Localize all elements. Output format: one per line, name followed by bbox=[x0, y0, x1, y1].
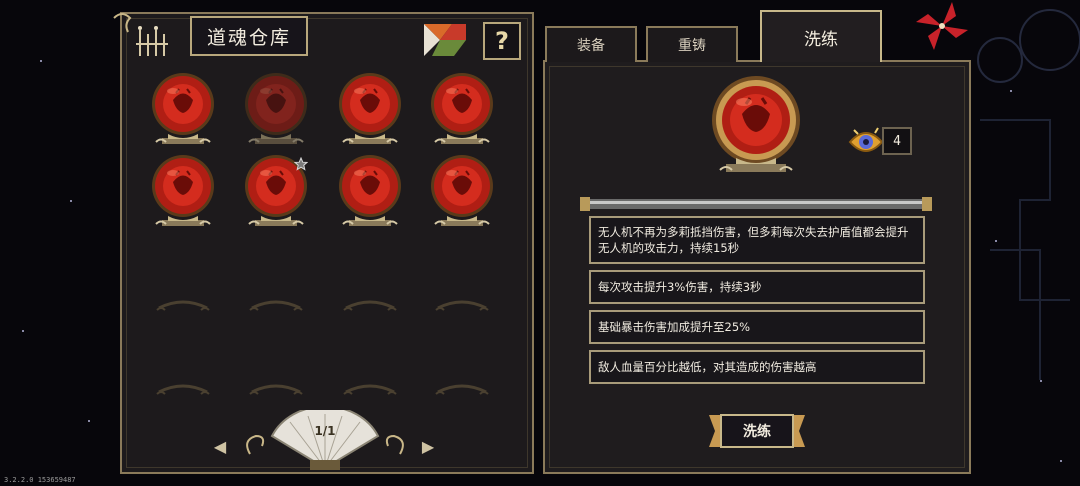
empty-slot-8[interactable] bbox=[434, 378, 490, 398]
page-indicator: 1/1 bbox=[314, 424, 336, 438]
affix-1: 无人机不再为多莉抵挡伤害，但多莉每次失去护盾值都会提升无人机的攻击力，持续15秒 bbox=[589, 216, 925, 264]
orb-slot-1[interactable] bbox=[148, 72, 218, 150]
selected-orb bbox=[712, 76, 800, 172]
fan-icon bbox=[246, 410, 404, 470]
puzzle-icon[interactable] bbox=[422, 22, 468, 58]
circuit-decoration bbox=[977, 9, 1080, 380]
version-label: 3.2.2.0 153659487 bbox=[4, 476, 76, 484]
empty-slot-5[interactable] bbox=[155, 378, 211, 398]
prev-page-button[interactable]: ◀ bbox=[210, 437, 230, 456]
affix-4: 敌人血量百分比越低，对其造成的伤害越高 bbox=[589, 350, 925, 384]
orb-slot-3[interactable] bbox=[335, 72, 405, 150]
scroll-divider bbox=[580, 197, 932, 211]
orb-slot-5[interactable] bbox=[148, 154, 218, 232]
empty-slot-4[interactable] bbox=[434, 294, 490, 314]
orb-slot-8[interactable] bbox=[427, 154, 497, 232]
empty-slot-6[interactable] bbox=[248, 378, 304, 398]
empty-slot-7[interactable] bbox=[342, 378, 398, 398]
affix-3: 基础暴击伤害加成提升至25% bbox=[589, 310, 925, 344]
warehouse-title: 道魂仓库 bbox=[190, 16, 308, 56]
ornament-icon bbox=[113, 13, 168, 56]
empty-slot-1[interactable] bbox=[155, 294, 211, 314]
help-button[interactable]: ? bbox=[483, 22, 521, 60]
help-icon: ? bbox=[495, 27, 509, 55]
orb-slot-2[interactable] bbox=[241, 72, 311, 150]
tab-reforge[interactable]: 重铸 bbox=[646, 26, 738, 62]
refine-button-label: 洗练 bbox=[743, 424, 771, 440]
orb-slot-4[interactable] bbox=[427, 72, 497, 150]
tab-refine[interactable]: 洗练 bbox=[760, 10, 882, 62]
affix-2: 每次攻击提升3%伤害，持续3秒 bbox=[589, 270, 925, 304]
eye-icon bbox=[848, 127, 884, 152]
empty-slot-2[interactable] bbox=[248, 294, 304, 314]
pinwheel-icon bbox=[916, 2, 968, 50]
tab-equipment[interactable]: 装备 bbox=[545, 26, 637, 62]
empty-slot-3[interactable] bbox=[342, 294, 398, 314]
star-icon bbox=[294, 157, 308, 171]
next-page-button[interactable]: ▶ bbox=[418, 437, 438, 456]
material-count: 4 bbox=[882, 127, 912, 155]
orb-slot-7[interactable] bbox=[335, 154, 405, 232]
